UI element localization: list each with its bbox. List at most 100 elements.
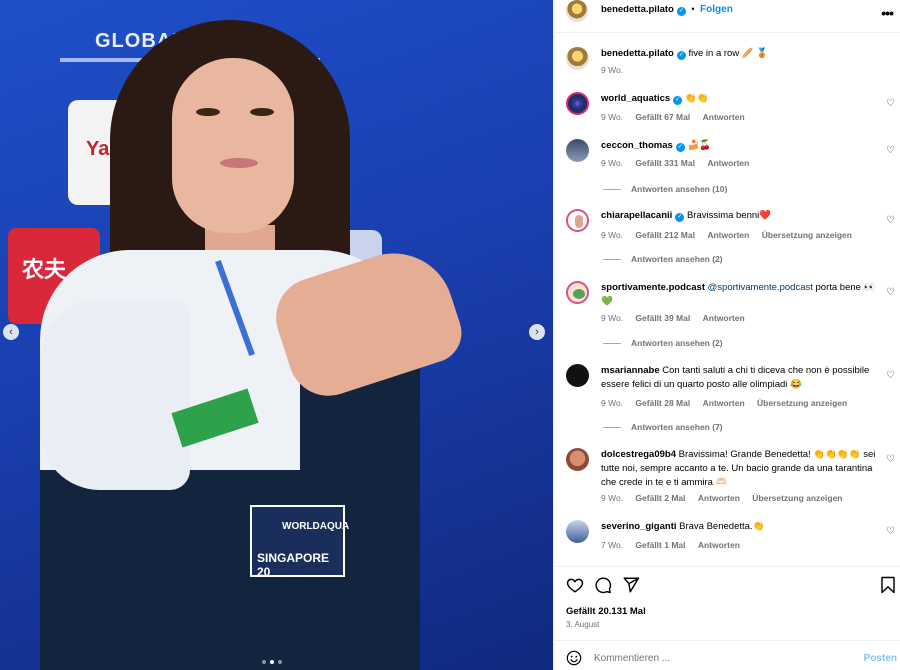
caption-time: 9 Wo. (601, 65, 624, 75)
translate-button[interactable]: Übersetzung anzeigen (757, 398, 847, 408)
avatar[interactable] (566, 92, 589, 115)
comment-meta: 7 Wo. Gefällt 1 Mal Antworten (601, 540, 750, 550)
reply-button[interactable]: Antworten (698, 493, 740, 503)
heart-icon[interactable]: ♡ (886, 216, 896, 226)
comment-text-row: world_aquatics ✓ 👏👏 (601, 92, 876, 106)
more-horizontal-icon[interactable]: ••• (881, 5, 894, 21)
comment-likes[interactable]: Gefällt 2 Mal (635, 493, 685, 503)
comment-time: 9 Wo. (601, 230, 624, 240)
caption-username[interactable]: benedetta.pilato (601, 48, 674, 59)
avatar[interactable] (566, 520, 589, 543)
photo-accreditation-badge: WORLDAQUA SINGAPORE 20 (250, 505, 349, 579)
carousel-dots (262, 660, 282, 664)
comment-username[interactable]: msariannabe (601, 365, 660, 376)
comment-text: Bravissima benni❤️ (686, 210, 772, 221)
carousel-dot[interactable] (270, 660, 274, 664)
chevron-left-icon[interactable]: ‹ (3, 324, 19, 340)
carousel-dot[interactable] (262, 660, 266, 664)
comment-input[interactable] (594, 649, 834, 667)
post-actions: Gefällt 20.131 Mal 3. August (554, 566, 900, 640)
comment-username[interactable]: chiarapellacanii (601, 210, 672, 221)
verified-badge-icon: ✓ (673, 96, 683, 105)
comment-username[interactable]: severino_giganti (601, 521, 677, 532)
heart-icon[interactable]: ♡ (886, 371, 896, 381)
avatar[interactable] (566, 364, 589, 387)
comment-time: 9 Wo. (601, 493, 624, 503)
reply-button[interactable]: Antworten (707, 230, 749, 240)
comment-likes[interactable]: Gefällt 28 Mal (635, 398, 690, 408)
photo-sponsor-red-text: 农夫 (22, 257, 67, 282)
bookmark-icon[interactable] (879, 576, 897, 594)
view-replies-button[interactable]: Antworten ansehen (7) (603, 422, 723, 432)
avatar[interactable] (566, 209, 589, 232)
comment-username[interactable]: sportivamente.podcast (601, 282, 705, 293)
badge-top-text: WORLDAQUA (282, 521, 350, 532)
badge-bottom-text: SINGAPORE 20 (257, 551, 330, 579)
comment-text: 🍰🍒 (687, 140, 712, 151)
heart-icon[interactable]: ♡ (886, 99, 896, 109)
follow-button[interactable]: Folgen (700, 4, 733, 15)
heart-icon[interactable]: ♡ (886, 146, 896, 156)
comment-meta: 9 Wo. Gefällt 39 Mal Antworten (601, 313, 755, 323)
comment-likes[interactable]: Gefällt 212 Mal (635, 230, 695, 240)
verified-badge-icon: ✓ (676, 7, 686, 16)
heart-icon[interactable]: ♡ (886, 527, 896, 537)
comment-text-row: severino_giganti Brava Benedetta.👏 (601, 520, 876, 534)
photo-eye-left (196, 108, 220, 116)
translate-button[interactable]: Übersetzung anzeigen (752, 493, 842, 503)
post-photo[interactable]: GLOBAL Ya 农夫 WORLDAQUA SINGAPORE 20 ‹ › (0, 0, 553, 670)
post-date: 3. August (566, 620, 600, 629)
verified-badge-icon: ✓ (676, 51, 686, 60)
verified-badge-icon: ✓ (675, 143, 685, 152)
paper-plane-icon[interactable] (622, 576, 640, 594)
avatar[interactable] (566, 448, 589, 471)
avatar[interactable] (566, 139, 589, 162)
comment-likes[interactable]: Gefällt 67 Mal (635, 112, 690, 122)
comment-text: Brava Benedetta.👏 (679, 521, 765, 532)
smiley-icon[interactable] (566, 650, 582, 666)
chevron-right-icon[interactable]: › (529, 324, 545, 340)
comment-text: 👏👏 (684, 93, 709, 104)
photo-face (172, 58, 294, 233)
heart-icon[interactable]: ♡ (886, 455, 896, 465)
post-button[interactable]: Posten (864, 653, 897, 664)
header-username[interactable]: benedetta.pilato (601, 4, 674, 15)
avatar[interactable] (566, 281, 589, 304)
comment-meta: 9 Wo. Gefällt 28 Mal Antworten Übersetzu… (601, 398, 857, 408)
photo-eye-right (250, 108, 274, 116)
comment-username[interactable]: dolcestrega09b4 (601, 449, 676, 460)
reply-button[interactable]: Antworten (703, 112, 745, 122)
header-user-row: benedetta.pilato ✓ • Folgen (601, 4, 733, 16)
comment-meta: 9 Wo. Gefällt 67 Mal Antworten (601, 112, 755, 122)
heart-icon[interactable]: ♡ (886, 288, 896, 298)
view-replies-button[interactable]: Antworten ansehen (2) (603, 254, 723, 264)
photo-sponsor-text: Ya (86, 138, 110, 160)
view-replies-button[interactable]: Antworten ansehen (10) (603, 184, 727, 194)
comment-username[interactable]: world_aquatics (601, 93, 670, 104)
comment-time: 9 Wo. (601, 313, 624, 323)
reply-button[interactable]: Antworten (698, 540, 740, 550)
comment-likes[interactable]: Gefällt 1 Mal (635, 540, 685, 550)
comment-icon[interactable] (594, 576, 612, 594)
comment-meta: 9 Wo. Gefällt 2 Mal Antworten Übersetzun… (601, 493, 853, 503)
comment-text-row: dolcestrega09b4 Bravissima! Grande Bened… (601, 448, 876, 490)
comment-likes[interactable]: Gefällt 331 Mal (635, 158, 695, 168)
reply-button[interactable]: Antworten (707, 158, 749, 168)
verified-badge-icon: ✓ (675, 213, 685, 222)
translate-button[interactable]: Übersetzung anzeigen (762, 230, 852, 240)
comment-mention-link[interactable]: @sportivamente.podcast (708, 282, 813, 293)
reply-button[interactable]: Antworten (703, 398, 745, 408)
reply-button[interactable]: Antworten (703, 313, 745, 323)
photo-jacket-sleeve-left (40, 300, 190, 490)
view-replies-button[interactable]: Antworten ansehen (2) (603, 338, 723, 348)
heart-icon[interactable] (566, 576, 584, 594)
comment-likes[interactable]: Gefällt 39 Mal (635, 313, 690, 323)
comment-text-row: msariannabe Con tanti saluti a chi ti di… (601, 364, 876, 392)
comment-username[interactable]: ceccon_thomas (601, 140, 673, 151)
carousel-dot[interactable] (278, 660, 282, 664)
caption-text: five in a row 🥖 🥉 (688, 48, 769, 59)
avatar[interactable] (566, 47, 589, 70)
avatar[interactable] (566, 0, 588, 22)
comment-text-row: ceccon_thomas ✓ 🍰🍒 (601, 139, 876, 153)
likes-count[interactable]: Gefällt 20.131 Mal (566, 606, 646, 617)
